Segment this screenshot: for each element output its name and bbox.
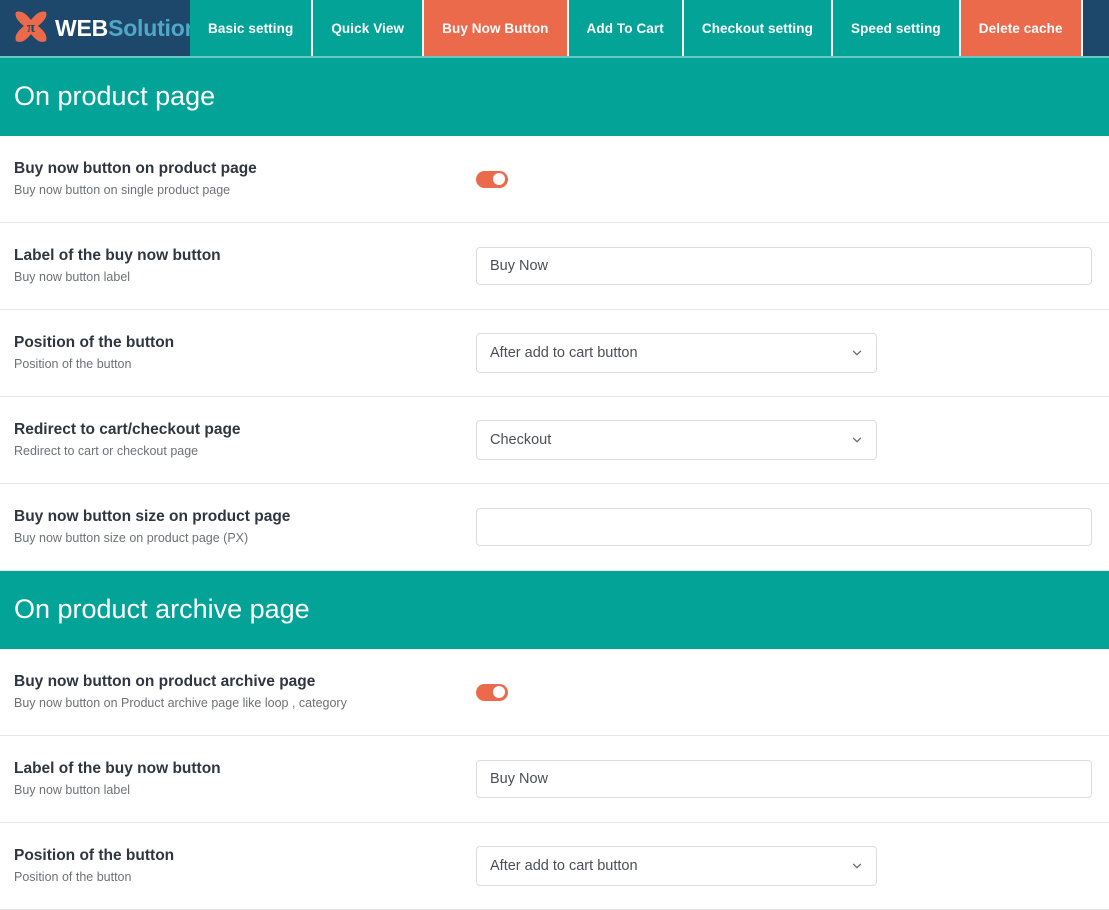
- svg-text:π: π: [27, 20, 36, 36]
- setting-title: Position of the button: [14, 334, 175, 352]
- setting-description: Redirect to cart or checkout page: [14, 444, 199, 459]
- x-pi-logo-icon: π: [10, 8, 52, 48]
- setting-title: Buy now button on product archive page: [14, 673, 316, 691]
- select-dropdown[interactable]: Checkout: [476, 420, 877, 460]
- section-title: On product page: [14, 81, 216, 112]
- toggle-knob: [493, 173, 505, 185]
- select-value[interactable]: Checkout: [476, 420, 877, 460]
- select-dropdown[interactable]: After add to cart button: [476, 333, 877, 373]
- select-value[interactable]: After add to cart button: [476, 846, 877, 886]
- setting-control: [476, 508, 1092, 546]
- nav-tab-label: Basic setting: [208, 20, 294, 36]
- setting-label-block: Buy now button on product archive page Bu…: [14, 672, 476, 711]
- brand-name-secondary: Solution: [108, 14, 199, 41]
- text-input[interactable]: [476, 508, 1092, 546]
- text-input[interactable]: [476, 760, 1092, 798]
- setting-title: Redirect to cart/checkout page: [14, 421, 241, 439]
- setting-control: [476, 170, 1091, 188]
- text-input[interactable]: [476, 247, 1092, 285]
- toggle-switch[interactable]: [476, 170, 508, 188]
- nav-tab-label: Buy Now Button: [442, 20, 549, 36]
- section-header: On product page: [0, 58, 1109, 136]
- setting-row: Buy now button on product archive page Bu…: [0, 649, 1109, 736]
- setting-description: Position of the button: [14, 870, 132, 885]
- setting-description: Buy now button on single product page: [14, 183, 231, 198]
- nav-tab-basic-setting[interactable]: Basic setting: [190, 0, 314, 56]
- nav-tabs: Basic setting Quick View Buy Now Button Add…: [190, 0, 1096, 56]
- brand-logo-area: π WEBSolution: [0, 0, 199, 56]
- nav-tab-quick-view[interactable]: Quick View: [313, 0, 425, 56]
- nav-tab-speed-setting[interactable]: Speed setting: [832, 0, 961, 56]
- nav-tab-label: Delete cache: [978, 20, 1063, 36]
- setting-control: [476, 247, 1092, 285]
- nav-tab-label: Speed setting: [850, 20, 941, 36]
- top-navigation-bar: π WEBSolution Basic setting Quick View Buy…: [0, 0, 1109, 58]
- nav-tab-label: Add To Cart: [586, 20, 664, 36]
- setting-title: Buy now button on product page: [14, 160, 257, 178]
- select-dropdown[interactable]: After add to cart button: [476, 846, 877, 886]
- brand-name-primary: WEB: [55, 14, 109, 41]
- setting-row: Label of the buy now button Buy now butto…: [0, 736, 1109, 823]
- setting-label-block: Position of the button Position of the bu…: [14, 846, 476, 885]
- setting-label-block: Position of the button Position of the bu…: [14, 333, 476, 372]
- nav-tab-add-to-cart[interactable]: Add To Cart: [568, 0, 684, 56]
- brand-name: WEBSolution: [55, 14, 199, 41]
- nav-tab-label: Checkout setting: [701, 20, 813, 36]
- setting-title: Label of the buy now button: [14, 760, 221, 778]
- setting-row: Buy now button on product page Buy now bu…: [0, 136, 1109, 223]
- setting-control: After add to cart button: [476, 846, 1091, 886]
- setting-label-block: Redirect to cart/checkout page Redirect t…: [14, 420, 476, 459]
- nav-tab-buy-now-button[interactable]: Buy Now Button: [424, 0, 569, 56]
- setting-row: Redirect to cart/checkout page Redirect t…: [0, 397, 1109, 484]
- setting-description: Buy now button size on product page (PX): [14, 531, 249, 546]
- setting-label-block: Label of the buy now button Buy now butto…: [14, 246, 476, 285]
- setting-control: Checkout: [476, 420, 1091, 460]
- setting-row: Label of the buy now button Buy now butto…: [0, 223, 1109, 310]
- setting-title: Position of the button: [14, 847, 175, 865]
- toggle-knob: [493, 686, 505, 698]
- setting-description: Buy now button label: [14, 270, 131, 285]
- setting-title: Buy now button size on product page: [14, 508, 291, 526]
- nav-tab-delete-cache[interactable]: Delete cache: [960, 0, 1083, 56]
- setting-row: Position of the button Position of the bu…: [0, 310, 1109, 397]
- setting-control: [476, 760, 1092, 798]
- select-value[interactable]: After add to cart button: [476, 333, 877, 373]
- setting-title: Label of the buy now button: [14, 247, 221, 265]
- setting-description: Position of the button: [14, 357, 132, 372]
- settings-sections: On product page Buy now button on product…: [0, 58, 1109, 910]
- toggle-switch[interactable]: [476, 683, 508, 701]
- nav-tab-checkout-setting[interactable]: Checkout setting: [683, 0, 833, 56]
- nav-tab-label: Quick View: [331, 20, 405, 36]
- setting-label-block: Buy now button size on product page Buy n…: [14, 507, 476, 546]
- setting-label-block: Buy now button on product page Buy now bu…: [14, 159, 476, 198]
- setting-description: Buy now button on Product archive page l…: [14, 696, 347, 711]
- setting-control: [476, 683, 1091, 701]
- setting-row: Position of the button Position of the bu…: [0, 823, 1109, 910]
- setting-control: After add to cart button: [476, 333, 1091, 373]
- setting-row: Buy now button size on product page Buy n…: [0, 484, 1109, 571]
- setting-description: Buy now button label: [14, 783, 131, 798]
- setting-label-block: Label of the buy now button Buy now butto…: [14, 759, 476, 798]
- section-title: On product archive page: [14, 594, 310, 625]
- nav-filler: [1095, 0, 1109, 56]
- section-header: On product archive page: [0, 571, 1109, 649]
